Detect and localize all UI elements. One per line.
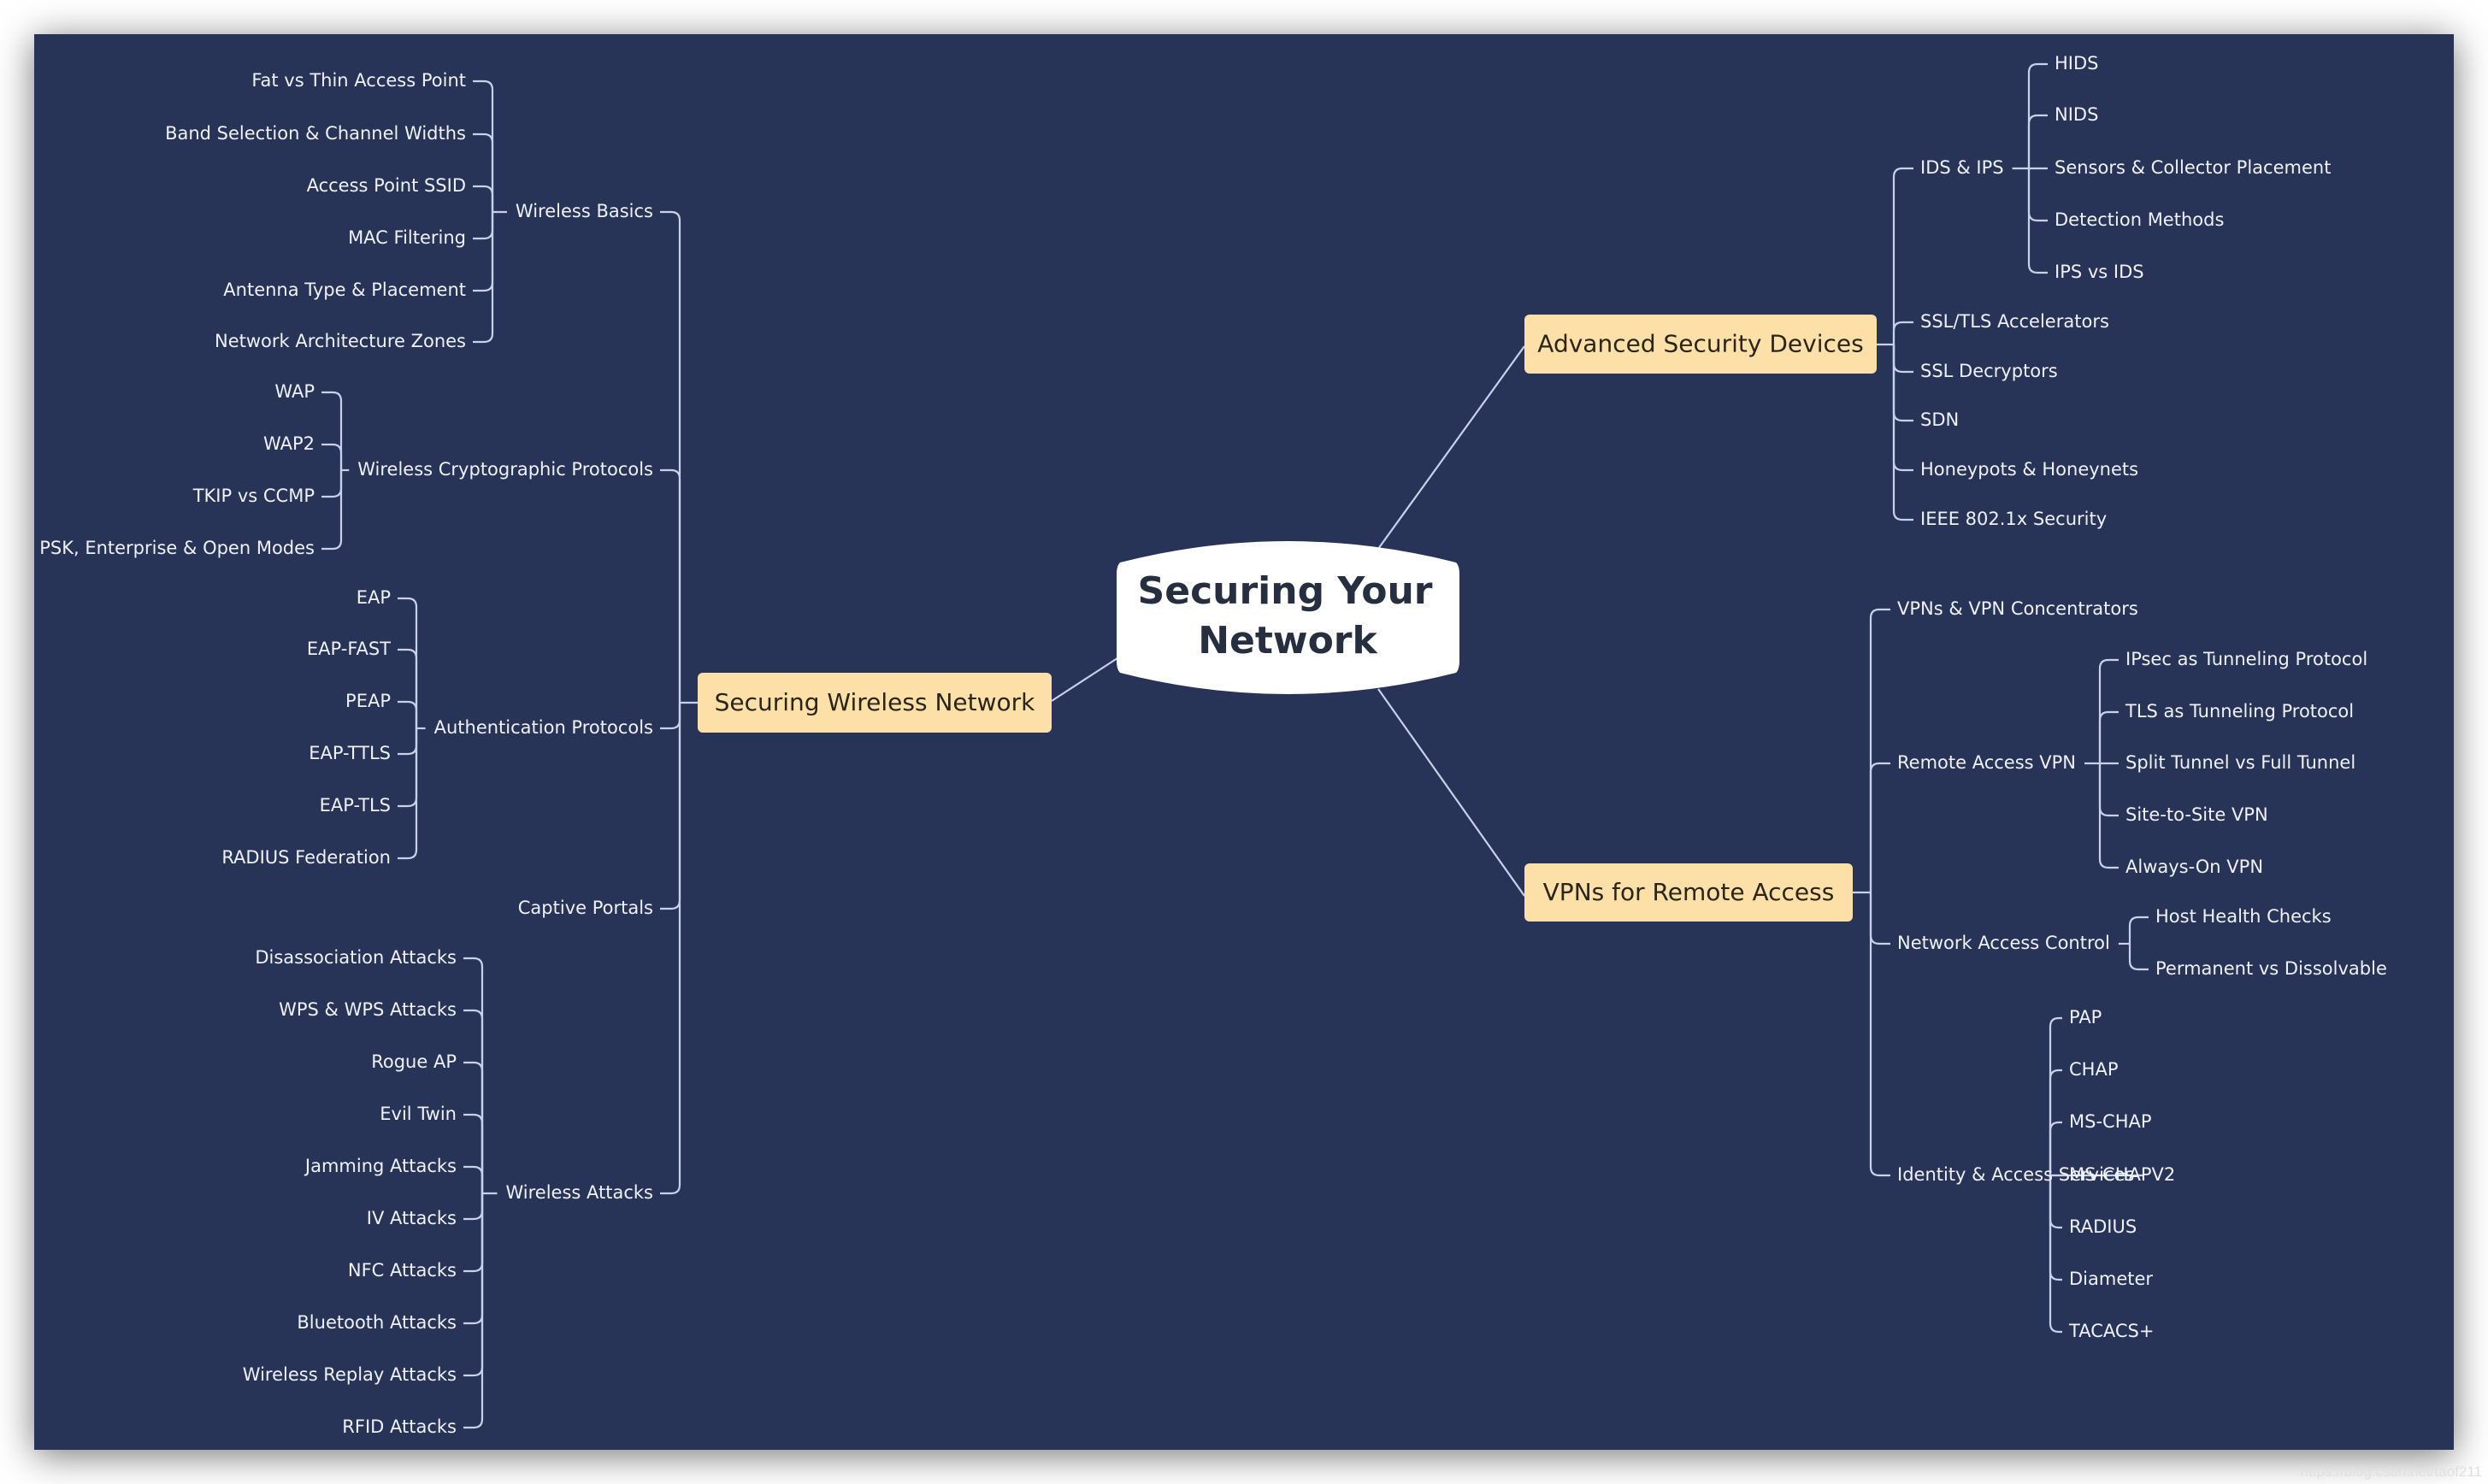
leaf-ms-chapv2[interactable]: MS-CHAPV2	[2069, 1164, 2175, 1185]
leaf-iv-attacks[interactable]: IV Attacks	[367, 1208, 457, 1228]
leaf-ips-vs-ids[interactable]: IPS vs IDS	[2055, 262, 2144, 282]
leaf-eap[interactable]: EAP	[357, 587, 391, 608]
topic-wireless-attacks[interactable]: Wireless Attacks	[505, 1182, 653, 1203]
topic-sdn[interactable]: SDN	[1920, 409, 1959, 430]
leaf-sensors-collector-placement[interactable]: Sensors & Collector Placement	[2055, 157, 2331, 178]
leaf-wap2[interactable]: WAP2	[263, 433, 315, 454]
leaf-tkip-vs-ccmp[interactable]: TKIP vs CCMP	[192, 486, 315, 506]
leaf-tls-as-tunneling-protocol[interactable]: TLS as Tunneling Protocol	[2125, 701, 2354, 721]
leaf-psk-enterprise-open-modes[interactable]: PSK, Enterprise & Open Modes	[39, 538, 315, 558]
leaf-pap[interactable]: PAP	[2069, 1007, 2102, 1028]
watermark-text: https://blog.csdn.net/taof211	[2301, 1463, 2482, 1480]
branch-advanced-security-label: Advanced Security Devices	[1537, 330, 1863, 358]
leaf-diameter[interactable]: Diameter	[2069, 1269, 2153, 1289]
leaf-split-tunnel-vs-full-tunnel[interactable]: Split Tunnel vs Full Tunnel	[2125, 752, 2355, 773]
leaf-always-on-vpn[interactable]: Always-On VPN	[2125, 857, 2263, 877]
topic-authentication-protocols[interactable]: Authentication Protocols	[434, 717, 653, 738]
leaf-evil-twin[interactable]: Evil Twin	[380, 1104, 457, 1124]
branch-securing-wireless-label: Securing Wireless Network	[715, 688, 1036, 716]
leaf-ipsec-as-tunneling-protocol[interactable]: IPsec as Tunneling Protocol	[2125, 649, 2367, 669]
leaf-fat-vs-thin-access-point[interactable]: Fat vs Thin Access Point	[251, 70, 466, 91]
leaf-wireless-replay-attacks[interactable]: Wireless Replay Attacks	[243, 1364, 457, 1385]
topic-ssl-decryptors[interactable]: SSL Decryptors	[1920, 361, 2058, 381]
leaf-network-architecture-zones[interactable]: Network Architecture Zones	[215, 331, 466, 351]
leaf-ms-chap[interactable]: MS-CHAP	[2069, 1111, 2152, 1132]
mind-map-canvas: Securing Your Network Securing Wireless Ne…	[34, 34, 2482, 1480]
root-node[interactable]	[1117, 541, 1459, 694]
leaf-detection-methods[interactable]: Detection Methods	[2055, 209, 2224, 230]
leaf-disassociation-attacks[interactable]: Disassociation Attacks	[255, 947, 457, 968]
leaf-hids[interactable]: HIDS	[2055, 53, 2099, 74]
leaf-rogue-ap[interactable]: Rogue AP	[371, 1051, 457, 1072]
leaf-radius[interactable]: RADIUS	[2069, 1216, 2137, 1237]
leaf-tacacs[interactable]: TACACS+	[2068, 1321, 2154, 1341]
leaf-wps-wps-attacks[interactable]: WPS & WPS Attacks	[279, 999, 457, 1020]
root-title-line1: Securing Your	[1138, 569, 1433, 613]
leaf-eap-ttls[interactable]: EAP-TTLS	[309, 743, 391, 763]
leaf-antenna-type-placement[interactable]: Antenna Type & Placement	[223, 280, 466, 300]
topic-captive-portals[interactable]: Captive Portals	[518, 898, 653, 918]
branch-vpn-remote-access-label: VPNs for Remote Access	[1543, 878, 1835, 906]
leaf-access-point-ssid[interactable]: Access Point SSID	[307, 175, 466, 196]
topic-ssl-tls-accelerators[interactable]: SSL/TLS Accelerators	[1920, 311, 2109, 332]
root-title-line2: Network	[1198, 619, 1378, 662]
leaf-jamming-attacks[interactable]: Jamming Attacks	[304, 1156, 457, 1176]
topic-wireless-cryptographic-protocols[interactable]: Wireless Cryptographic Protocols	[357, 459, 653, 480]
leaf-permanent-vs-dissolvable[interactable]: Permanent vs Dissolvable	[2155, 958, 2387, 979]
topic-network-access-control[interactable]: Network Access Control	[1897, 933, 2110, 953]
leaf-rfid-attacks[interactable]: RFID Attacks	[342, 1416, 457, 1437]
leaf-eap-fast[interactable]: EAP-FAST	[307, 639, 391, 659]
leaf-site-to-site-vpn[interactable]: Site-to-Site VPN	[2125, 804, 2268, 825]
topic-ieee-802-1x-security[interactable]: IEEE 802.1x Security	[1920, 509, 2107, 529]
leaf-radius-federation[interactable]: RADIUS Federation	[221, 847, 391, 868]
leaf-eap-tls[interactable]: EAP-TLS	[320, 795, 391, 816]
leaf-peap[interactable]: PEAP	[345, 691, 391, 711]
leaf-mac-filtering[interactable]: MAC Filtering	[348, 227, 466, 248]
leaf-bluetooth-attacks[interactable]: Bluetooth Attacks	[297, 1312, 457, 1333]
leaf-wap[interactable]: WAP	[274, 381, 315, 402]
topic-honeypots-honeynets[interactable]: Honeypots & Honeynets	[1920, 459, 2138, 480]
leaf-chap[interactable]: CHAP	[2069, 1059, 2118, 1080]
leaf-host-health-checks[interactable]: Host Health Checks	[2155, 906, 2332, 927]
leaf-band-selection-channel-widths[interactable]: Band Selection & Channel Widths	[165, 123, 466, 144]
topic-wireless-basics[interactable]: Wireless Basics	[516, 201, 653, 221]
leaf-nids[interactable]: NIDS	[2055, 104, 2098, 125]
topic-vpns-vpn-concentrators[interactable]: VPNs & VPN Concentrators	[1897, 598, 2138, 619]
topic-ids-ips[interactable]: IDS & IPS	[1920, 157, 2004, 178]
topic-remote-access-vpn[interactable]: Remote Access VPN	[1897, 752, 2076, 773]
leaf-nfc-attacks[interactable]: NFC Attacks	[348, 1260, 457, 1281]
